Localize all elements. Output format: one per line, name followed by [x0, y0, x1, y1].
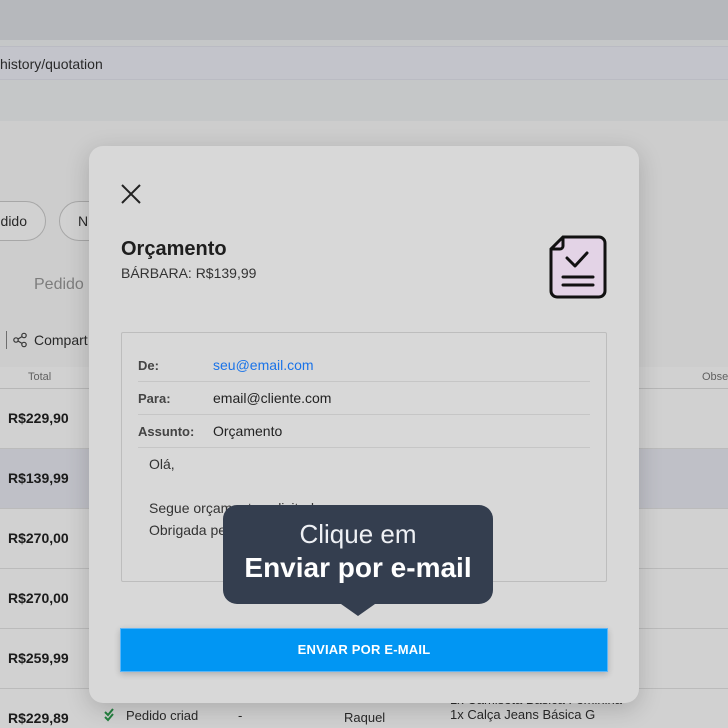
instruction-tooltip: Clique em Enviar por e-mail — [223, 505, 493, 616]
quotation-modal: Orçamento BÁRBARA: R$139,99 De: seu@emai… — [89, 146, 639, 703]
email-subject-value[interactable]: Orçamento — [213, 423, 282, 439]
modal-title: Orçamento — [121, 238, 227, 260]
modal-subtitle: BÁRBARA: R$139,99 — [121, 265, 257, 281]
send-email-button[interactable]: ENVIAR POR E-MAIL — [120, 628, 608, 672]
close-icon[interactable] — [119, 182, 143, 206]
email-from-label: De: — [138, 358, 159, 373]
email-to-label: Para: — [138, 391, 171, 406]
document-check-icon — [549, 235, 607, 299]
email-to-value[interactable]: email@cliente.com — [213, 390, 331, 406]
email-subject-label: Assunto: — [138, 424, 195, 439]
tooltip-line: Clique em — [299, 519, 417, 549]
email-to-row: Para: email@cliente.com — [138, 382, 590, 415]
email-from-value[interactable]: seu@email.com — [213, 357, 314, 373]
tooltip-emphasis: Enviar por e-mail — [244, 552, 472, 583]
email-subject-row: Assunto: Orçamento — [138, 415, 590, 448]
email-from-row: De: seu@email.com — [138, 349, 590, 382]
email-greeting: Olá, — [149, 456, 175, 472]
